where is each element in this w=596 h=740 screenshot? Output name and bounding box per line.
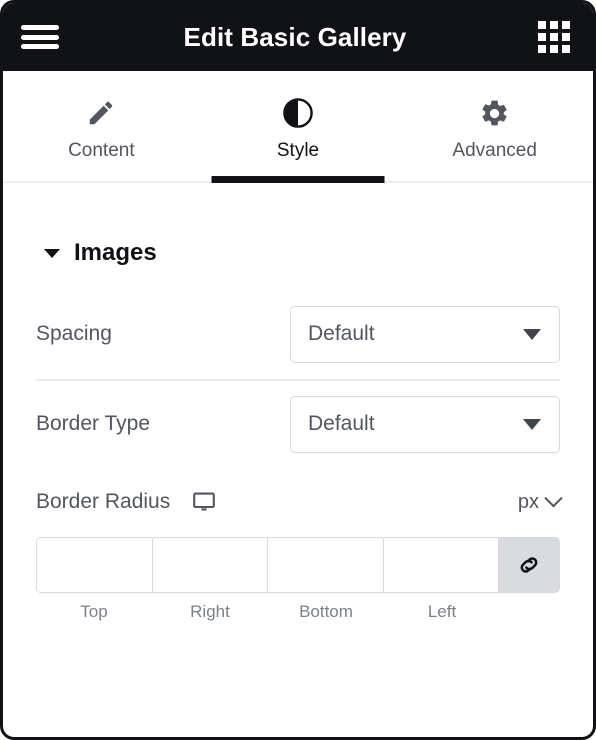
border-radius-label: Border Radius bbox=[36, 490, 171, 513]
label-spacer bbox=[500, 602, 560, 622]
panel-body: Images Spacing Default Border Type Defau… bbox=[3, 183, 593, 622]
border-radius-top-label: Top bbox=[80, 602, 108, 621]
border-type-label: Border Type bbox=[36, 412, 151, 435]
border-radius-field-labels: Top Right Bottom Left bbox=[36, 602, 560, 622]
chevron-down-icon bbox=[523, 328, 541, 340]
border-radius-right-label: Right bbox=[190, 602, 230, 621]
spacing-select[interactable]: Default bbox=[290, 305, 560, 363]
border-radius-left-input[interactable] bbox=[383, 538, 499, 592]
tab-advanced-label: Advanced bbox=[452, 140, 537, 161]
control-row-spacing: Spacing Default bbox=[36, 303, 560, 365]
border-radius-bottom-input[interactable] bbox=[268, 538, 384, 592]
tab-advanced[interactable]: Advanced bbox=[396, 71, 593, 181]
panel-header: Edit Basic Gallery bbox=[3, 3, 593, 71]
control-row-border-radius: Border Radius px bbox=[36, 485, 563, 519]
panel-tabs: Content Style Advanced bbox=[3, 71, 593, 183]
tab-style[interactable]: Style bbox=[200, 71, 397, 181]
link-values-button[interactable] bbox=[499, 538, 559, 592]
unit-value: px bbox=[517, 490, 539, 513]
border-radius-left-label: Left bbox=[427, 602, 457, 621]
caret-down-icon bbox=[44, 248, 60, 258]
tab-style-label: Style bbox=[276, 140, 320, 161]
chevron-down-icon bbox=[544, 488, 563, 507]
spacing-value: Default bbox=[308, 322, 375, 345]
section-header-images[interactable]: Images bbox=[36, 183, 560, 267]
control-row-border-type: Border Type Default bbox=[36, 393, 560, 455]
section-divider bbox=[36, 379, 560, 381]
border-type-value: Default bbox=[308, 412, 375, 435]
spacing-label: Spacing bbox=[36, 322, 112, 345]
unit-selector[interactable]: px bbox=[517, 488, 563, 514]
section-title: Images bbox=[74, 239, 157, 266]
grid-apps-icon[interactable] bbox=[537, 20, 571, 54]
contrast-circle-icon bbox=[282, 96, 314, 130]
tab-content-label: Content bbox=[68, 140, 135, 161]
border-radius-bottom-label: Bottom bbox=[299, 602, 353, 621]
gear-icon bbox=[479, 96, 510, 130]
pencil-icon bbox=[86, 96, 116, 130]
chevron-down-icon bbox=[523, 418, 541, 430]
page-title: Edit Basic Gallery bbox=[183, 21, 407, 52]
border-radius-right-input[interactable] bbox=[152, 538, 268, 592]
border-radius-top-input[interactable] bbox=[37, 538, 153, 592]
widget-edit-panel: Edit Basic Gallery Content Style Advance… bbox=[0, 0, 596, 740]
border-type-select[interactable]: Default bbox=[290, 395, 560, 453]
border-radius-inputs bbox=[36, 537, 560, 593]
desktop-monitor-icon[interactable] bbox=[192, 490, 216, 514]
tab-content[interactable]: Content bbox=[3, 71, 200, 181]
